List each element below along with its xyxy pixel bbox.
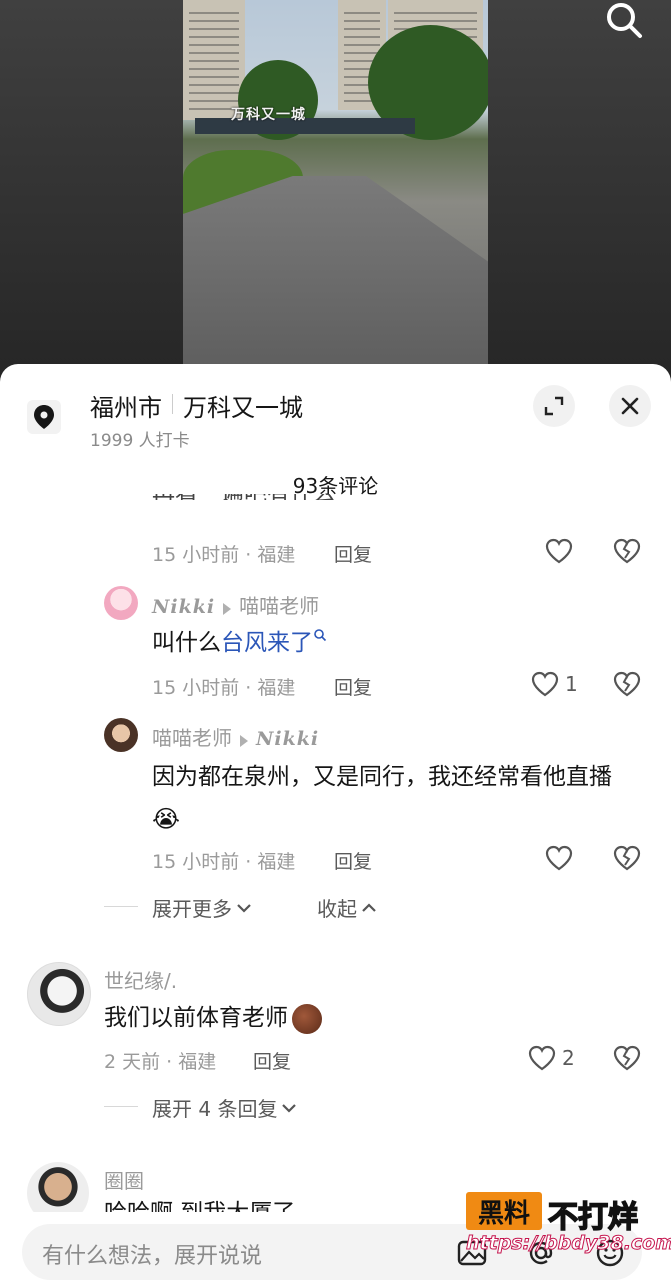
like-button[interactable] <box>545 845 573 871</box>
fade-overlay <box>0 500 671 524</box>
collapse-button[interactable]: 收起 <box>317 893 377 922</box>
comment-header: 喵喵老师 Nikki <box>152 722 319 751</box>
avatar[interactable] <box>27 962 91 1026</box>
reply-to-user[interactable]: Nikki <box>256 728 319 750</box>
reply-button[interactable]: 回复 <box>334 673 372 700</box>
username[interactable]: 喵喵老师 <box>152 726 232 750</box>
reply-arrow-icon <box>240 734 248 747</box>
heart-icon <box>545 845 573 871</box>
comment-header: Nikki 喵喵老师 <box>152 590 319 619</box>
heart-icon <box>531 671 559 697</box>
road <box>183 176 488 366</box>
reply-button[interactable]: 回复 <box>334 847 372 874</box>
comment-meta: 15 小时前 · 福建 <box>152 544 296 566</box>
comment-text: 叫什么台风来了 <box>152 622 327 664</box>
reply-button[interactable]: 回复 <box>334 540 372 567</box>
close-button[interactable] <box>609 385 651 427</box>
broken-heart-icon <box>613 845 641 871</box>
broken-heart-icon <box>613 1045 641 1071</box>
like-button[interactable] <box>545 538 573 564</box>
like-button[interactable]: 1 <box>531 671 578 697</box>
comment-meta: 2 天前 · 福建 <box>104 1051 217 1073</box>
dislike-button[interactable] <box>613 1045 641 1071</box>
video-frame[interactable]: 万科又一城 <box>183 0 488 366</box>
divider <box>172 394 173 414</box>
divider <box>104 1106 138 1107</box>
watermark: 黑料 不打烊 https://bbdy38.com <box>465 1192 671 1262</box>
comment-text: 我们以前体育老师 <box>104 997 322 1039</box>
bean-emoji <box>292 1003 322 1034</box>
watermark-url: https://bbdy38.com <box>465 1232 671 1255</box>
comment-text: 因为都在泉州，又是同行，我还经常看他直播😭 <box>152 764 612 833</box>
reply-button[interactable]: 回复 <box>253 1047 291 1074</box>
comment-text: 哈哈啊 到我大厦了 <box>104 1196 295 1212</box>
like-button[interactable]: 2 <box>528 1045 575 1071</box>
expand-sheet-button[interactable] <box>533 385 575 427</box>
dislike-button[interactable] <box>613 845 641 871</box>
search-link[interactable]: 台风来了 <box>221 630 313 656</box>
comment-meta: 15 小时前 · 福建 <box>152 851 296 873</box>
expand-more-label: 展开更多 <box>152 897 232 921</box>
dislike-button[interactable] <box>613 538 641 564</box>
search-button[interactable] <box>599 0 649 40</box>
avatar[interactable] <box>104 586 138 620</box>
gate-sign: 万科又一城 <box>231 107 306 123</box>
broken-heart-icon <box>613 671 641 697</box>
location-name[interactable]: 万科又一城 <box>183 388 303 423</box>
expand-icon <box>544 396 564 416</box>
expand-more-button[interactable]: 展开更多 <box>152 893 252 922</box>
chevron-down-icon <box>282 1103 297 1113</box>
comment-input-placeholder: 有什么想法，展开说说 <box>42 1244 263 1269</box>
reply-arrow-icon <box>223 602 232 615</box>
reply-to-user[interactable]: 喵喵老师 <box>239 594 319 618</box>
heart-icon <box>545 538 573 564</box>
like-count: 2 <box>562 1046 575 1070</box>
chevron-up-icon <box>362 902 376 912</box>
chevron-down-icon <box>237 903 251 913</box>
expand-replies-label: 展开 4 条回复 <box>152 1097 278 1121</box>
location-city[interactable]: 福州市 <box>90 388 162 423</box>
username[interactable]: 世纪缘/. <box>104 965 177 994</box>
like-count: 1 <box>565 672 578 696</box>
heart-icon <box>528 1045 556 1071</box>
username[interactable]: Nikki <box>152 596 215 618</box>
search-icon <box>314 629 327 642</box>
expand-replies-button[interactable]: 展开 4 条回复 <box>152 1093 297 1122</box>
crying-laughing-emoji: 😭 <box>152 805 181 833</box>
search-icon <box>607 3 642 38</box>
broken-heart-icon <box>613 538 641 564</box>
dislike-button[interactable] <box>613 671 641 697</box>
watermark-box: 黑料 <box>466 1192 542 1230</box>
location-pin-icon[interactable] <box>27 400 61 434</box>
building <box>183 0 245 120</box>
checkin-count: 1999 人打卡 <box>90 431 190 451</box>
divider <box>104 906 138 907</box>
watermark-text: 不打烊 <box>547 1199 639 1236</box>
comment-meta: 15 小时前 · 福建 <box>152 677 296 699</box>
close-icon <box>621 397 639 415</box>
collapse-label: 收起 <box>317 897 357 921</box>
avatar[interactable] <box>104 718 138 752</box>
username[interactable]: 圈圈 <box>104 1165 144 1194</box>
